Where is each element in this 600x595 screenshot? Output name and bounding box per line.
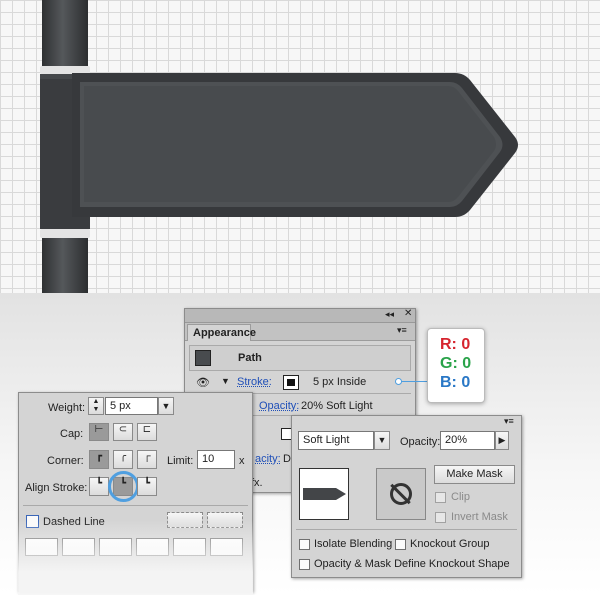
fill-opacity-link[interactable]: acity: bbox=[255, 453, 281, 465]
knockout-group-label: Knockout Group bbox=[410, 538, 490, 550]
corner-label: Corner: bbox=[47, 455, 84, 467]
path-row[interactable]: Path bbox=[189, 345, 411, 371]
rgb-red: R: 0 bbox=[440, 336, 471, 353]
stroke-swatch[interactable] bbox=[283, 375, 299, 390]
stroke-link[interactable]: Stroke: bbox=[237, 376, 272, 388]
rgb-color-badge: R: 0 G: 0 B: 0 bbox=[427, 328, 485, 403]
transparency-panel: ▾≡ Soft Light ▼ Opacity: 20% ▶ Make Mask… bbox=[291, 415, 522, 578]
weight-dropdown-icon[interactable]: ▼ bbox=[158, 397, 174, 415]
sign-board-face bbox=[84, 86, 496, 202]
clip-checkbox[interactable] bbox=[435, 491, 446, 503]
limit-label: Limit: bbox=[167, 455, 194, 467]
rgb-green: G: 0 bbox=[440, 355, 472, 372]
stroke-panel-fade bbox=[18, 520, 253, 595]
round-cap-button[interactable]: ⊂ bbox=[113, 423, 133, 441]
isolate-blending-checkbox[interactable] bbox=[299, 538, 310, 550]
opacity-mask-knockout-checkbox[interactable] bbox=[299, 558, 310, 570]
stroke-row[interactable]: 👁 ▼ Stroke: 5 px Inside bbox=[189, 372, 411, 394]
isolate-blending-label: Isolate Blending bbox=[314, 538, 393, 550]
mask-thumbnail[interactable] bbox=[376, 468, 426, 520]
panel-menu-icon[interactable]: ▾≡ bbox=[397, 325, 407, 336]
invert-mask-checkbox[interactable] bbox=[435, 511, 446, 523]
stroke-value: 5 px Inside bbox=[313, 376, 367, 388]
tab-appearance[interactable]: Appearance bbox=[187, 324, 256, 341]
sign-illustration bbox=[40, 0, 518, 293]
miter-join-button[interactable]: ┏ bbox=[89, 450, 109, 469]
projecting-cap-button[interactable]: ⊏ bbox=[137, 423, 157, 441]
bevel-join-button[interactable]: ┌ bbox=[137, 450, 157, 469]
tab-bar: Appearance ▾≡ bbox=[185, 323, 415, 341]
stroke-connector-dot bbox=[395, 378, 402, 385]
panel-menu-icon[interactable]: ▾≡ bbox=[504, 416, 514, 427]
limit-input[interactable]: 10 bbox=[197, 450, 235, 469]
butt-cap-button[interactable]: ⊢ bbox=[89, 423, 109, 441]
pole-band-bottom-2 bbox=[40, 229, 90, 238]
round-join-button[interactable]: ╭ bbox=[113, 450, 133, 469]
opacity-mask-knockout-label: Opacity & Mask Define Knockout Shape bbox=[314, 558, 510, 570]
divider bbox=[296, 529, 517, 530]
pole-band-top bbox=[40, 66, 90, 74]
blend-mode-dropdown-icon[interactable]: ▼ bbox=[374, 431, 390, 450]
cap-label: Cap: bbox=[60, 428, 84, 440]
blend-mode-select[interactable]: Soft Light bbox=[298, 431, 374, 450]
opacity-arrow-icon[interactable]: ▶ bbox=[495, 431, 509, 450]
path-thumbnail bbox=[195, 350, 211, 366]
artwork-thumbnail[interactable] bbox=[299, 468, 349, 520]
weight-stepper[interactable]: ▲ ▼ bbox=[88, 397, 104, 415]
path-label: Path bbox=[238, 352, 262, 364]
triangle-icon[interactable]: ▼ bbox=[221, 376, 230, 386]
mini-sign bbox=[303, 488, 346, 500]
collapse-icon[interactable]: ◂◂ bbox=[385, 309, 394, 320]
tab-appearance-label: Appearance bbox=[193, 327, 256, 339]
align-center-button[interactable]: ┗ bbox=[89, 477, 109, 496]
opacity-input[interactable]: 20% bbox=[440, 431, 495, 450]
rgb-blue: B: 0 bbox=[440, 374, 471, 391]
opacity-label: Opacity: bbox=[400, 436, 441, 448]
weight-input[interactable]: 5 px bbox=[105, 397, 158, 415]
align-stroke-label: Align Stroke: bbox=[25, 482, 88, 494]
opacity-value: 20% Soft Light bbox=[301, 400, 373, 412]
close-icon[interactable]: ✕ bbox=[404, 308, 412, 319]
make-mask-button[interactable]: Make Mask bbox=[434, 465, 515, 484]
align-outside-button[interactable]: ┗ bbox=[137, 477, 157, 496]
stroke-connector-line bbox=[400, 381, 428, 382]
opacity-link[interactable]: Opacity: bbox=[259, 400, 299, 412]
align-inside-highlight bbox=[108, 471, 139, 502]
divider bbox=[23, 505, 248, 506]
clip-label: Clip bbox=[451, 491, 470, 503]
limit-unit: x bbox=[239, 455, 245, 467]
invert-mask-label: Invert Mask bbox=[451, 511, 508, 523]
weight-label: Weight: bbox=[48, 402, 86, 414]
artboard-canvas[interactable] bbox=[0, 0, 600, 293]
panel-titlebar[interactable]: ◂◂ ✕ bbox=[185, 308, 415, 323]
knockout-group-checkbox[interactable] bbox=[395, 538, 406, 550]
eye-icon[interactable]: 👁 bbox=[196, 376, 210, 389]
